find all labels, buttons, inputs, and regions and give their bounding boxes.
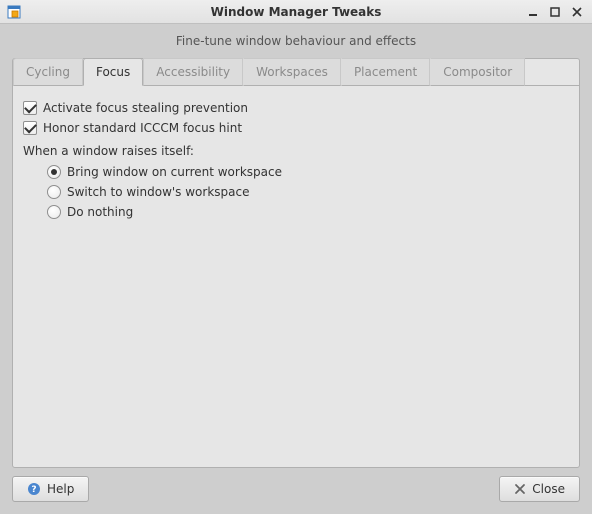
- minimize-button[interactable]: [526, 5, 540, 19]
- checkbox-icon: [23, 101, 37, 115]
- radio-label: Bring window on current workspace: [67, 165, 282, 179]
- checkbox-label: Honor standard ICCCM focus hint: [43, 121, 242, 135]
- radio-label: Do nothing: [67, 205, 133, 219]
- button-bar: ? Help Close: [0, 476, 592, 514]
- close-window-button[interactable]: [570, 5, 584, 19]
- tab-strip: Cycling Focus Accessibility Workspaces P…: [13, 58, 579, 86]
- focus-tab-page: Activate focus stealing prevention Honor…: [13, 86, 579, 467]
- tab-compositor[interactable]: Compositor: [430, 58, 525, 86]
- spacer: [97, 476, 491, 502]
- svg-text:?: ?: [31, 485, 36, 495]
- tab-cycling[interactable]: Cycling: [13, 58, 83, 86]
- tabs-filler: [525, 58, 579, 86]
- tab-accessibility[interactable]: Accessibility: [143, 58, 243, 86]
- radio-switch-workspace[interactable]: Switch to window's workspace: [47, 182, 569, 202]
- radio-icon: [47, 165, 61, 179]
- app-icon: [6, 4, 22, 20]
- tab-focus[interactable]: Focus: [83, 58, 143, 86]
- raise-radio-group: Bring window on current workspace Switch…: [23, 162, 569, 222]
- raise-section-label: When a window raises itself:: [23, 138, 569, 162]
- help-button-label: Help: [47, 482, 74, 496]
- titlebar: Window Manager Tweaks: [0, 0, 592, 24]
- maximize-button[interactable]: [548, 5, 562, 19]
- tab-notebook: Cycling Focus Accessibility Workspaces P…: [12, 58, 580, 468]
- window: Window Manager Tweaks Fine-tune window b…: [0, 0, 592, 514]
- header-subtitle: Fine-tune window behaviour and effects: [12, 34, 580, 48]
- checkbox-honor-icccm[interactable]: Honor standard ICCCM focus hint: [23, 118, 569, 138]
- close-button[interactable]: Close: [499, 476, 580, 502]
- window-title: Window Manager Tweaks: [0, 5, 592, 19]
- checkbox-activate-prevention[interactable]: Activate focus stealing prevention: [23, 98, 569, 118]
- radio-do-nothing[interactable]: Do nothing: [47, 202, 569, 222]
- tab-placement[interactable]: Placement: [341, 58, 430, 86]
- radio-icon: [47, 205, 61, 219]
- help-button[interactable]: ? Help: [12, 476, 89, 502]
- tab-workspaces[interactable]: Workspaces: [243, 58, 341, 86]
- radio-icon: [47, 185, 61, 199]
- close-button-label: Close: [532, 482, 565, 496]
- header: Fine-tune window behaviour and effects: [0, 24, 592, 58]
- help-icon: ?: [27, 482, 41, 496]
- checkbox-icon: [23, 121, 37, 135]
- window-controls: [526, 5, 592, 19]
- checkbox-label: Activate focus stealing prevention: [43, 101, 248, 115]
- radio-label: Switch to window's workspace: [67, 185, 249, 199]
- close-icon: [514, 483, 526, 495]
- radio-bring-current[interactable]: Bring window on current workspace: [47, 162, 569, 182]
